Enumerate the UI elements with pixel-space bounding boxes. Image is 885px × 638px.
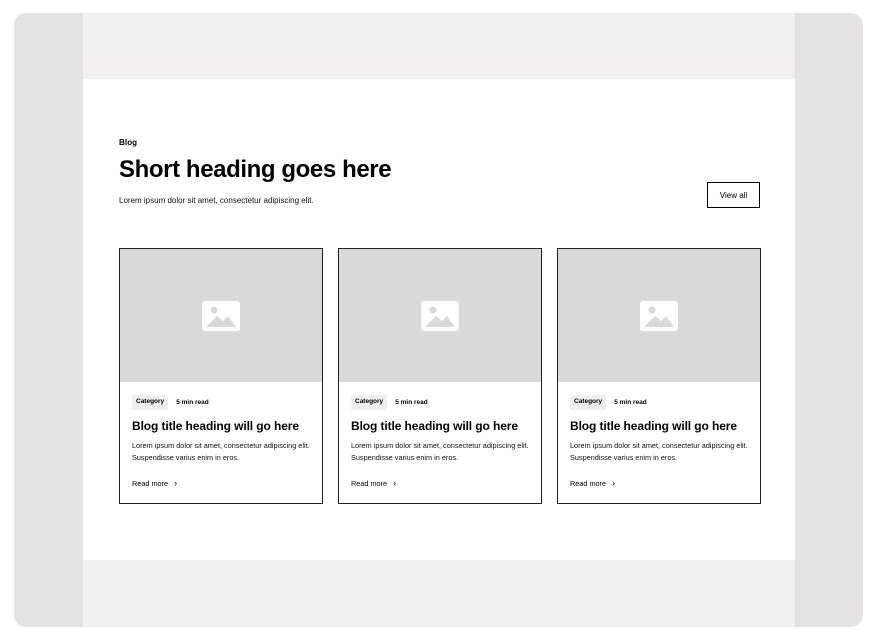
category-badge: Category	[132, 395, 169, 410]
card-description: Lorem ipsum dolor sit amet, consectetur …	[132, 441, 310, 462]
blog-card[interactable]: Category 5 min read Blog title heading w…	[557, 248, 761, 504]
page-canvas: Blog Short heading goes here Lorem ipsum…	[83, 13, 795, 627]
image-placeholder-icon	[202, 300, 240, 331]
card-description: Lorem ipsum dolor sit amet, consectetur …	[570, 441, 748, 462]
read-time: 5 min read	[176, 398, 209, 406]
chevron-right-icon: ›	[174, 478, 178, 488]
chevron-right-icon: ›	[393, 478, 397, 488]
read-more-label: Read more	[351, 479, 388, 488]
read-more-link[interactable]: Read more ›	[351, 478, 397, 489]
card-image-placeholder	[120, 249, 322, 382]
section-tagline: Blog	[119, 138, 138, 147]
read-more-label: Read more	[570, 479, 607, 488]
card-meta: Category 5 min read	[351, 395, 428, 410]
card-description: Lorem ipsum dolor sit amet, consectetur …	[351, 441, 529, 462]
view-all-button[interactable]: View all	[707, 182, 760, 208]
blog-card[interactable]: Category 5 min read Blog title heading w…	[338, 248, 542, 504]
card-title[interactable]: Blog title heading will go here	[351, 419, 518, 433]
read-time: 5 min read	[395, 398, 428, 406]
card-title[interactable]: Blog title heading will go here	[132, 419, 299, 433]
outer-frame: Blog Short heading goes here Lorem ipsum…	[14, 13, 863, 627]
read-more-link[interactable]: Read more ›	[132, 478, 178, 489]
section-description: Lorem ipsum dolor sit amet, consectetur …	[119, 196, 314, 205]
blog-card[interactable]: Category 5 min read Blog title heading w…	[119, 248, 323, 504]
category-badge: Category	[351, 395, 388, 410]
image-placeholder-icon	[640, 300, 678, 331]
card-meta: Category 5 min read	[132, 395, 209, 410]
image-placeholder-icon	[421, 300, 459, 331]
read-time: 5 min read	[614, 398, 647, 406]
read-more-link[interactable]: Read more ›	[570, 478, 616, 489]
card-image-placeholder	[339, 249, 541, 382]
chevron-right-icon: ›	[612, 478, 616, 488]
read-more-label: Read more	[132, 479, 169, 488]
card-title[interactable]: Blog title heading will go here	[570, 419, 737, 433]
section-heading: Short heading goes here	[119, 156, 392, 183]
category-badge: Category	[570, 395, 607, 410]
blog-section: Blog Short heading goes here Lorem ipsum…	[83, 79, 795, 560]
card-meta: Category 5 min read	[570, 395, 647, 410]
card-image-placeholder	[558, 249, 760, 382]
